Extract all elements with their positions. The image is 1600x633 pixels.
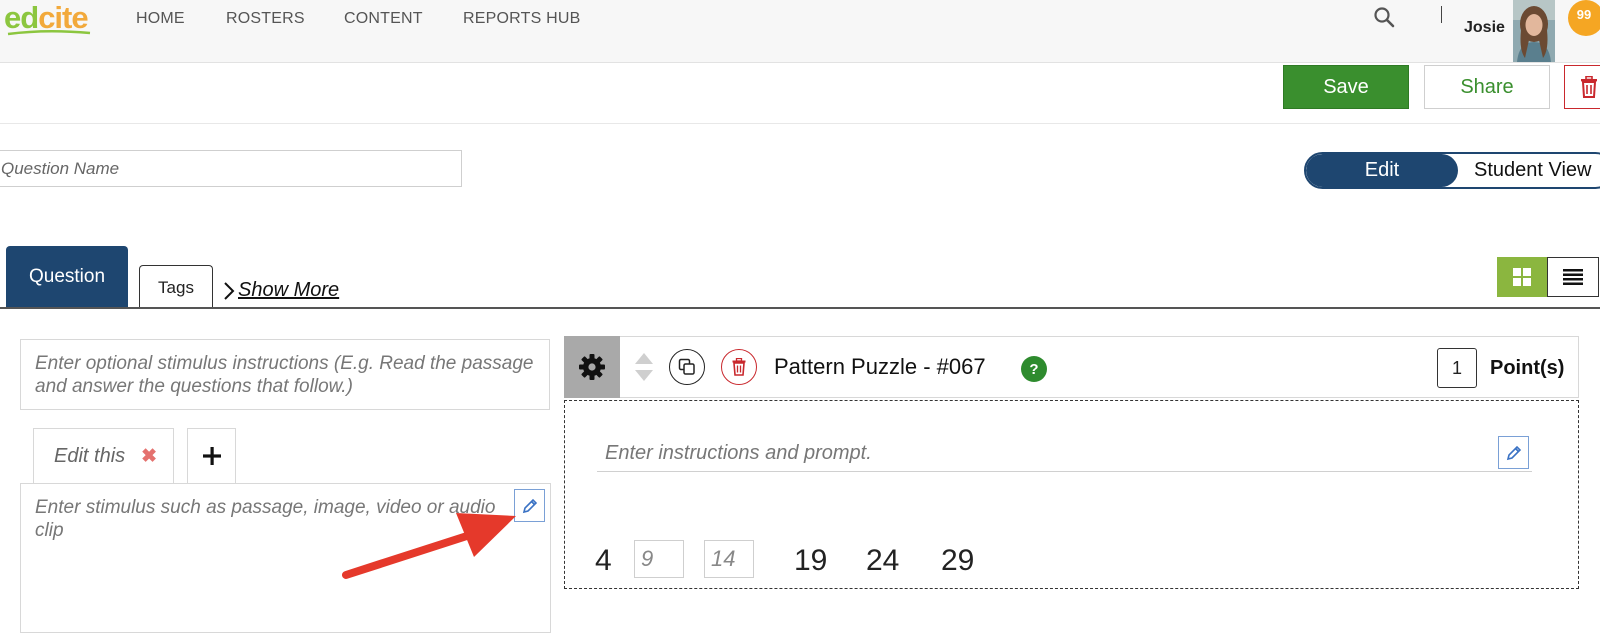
share-button[interactable]: Share <box>1424 65 1550 109</box>
list-view-button[interactable] <box>1547 257 1599 297</box>
tab-tags[interactable]: Tags <box>139 265 213 309</box>
points-label: Point(s) <box>1490 357 1565 379</box>
tab-bar-rule <box>0 307 1600 309</box>
reorder-arrows-icon[interactable] <box>634 353 654 381</box>
prompt-underline <box>597 471 1532 472</box>
notification-badge[interactable]: 99 <box>1568 0 1600 36</box>
header-divider <box>0 123 1600 124</box>
sequence-blank-input[interactable] <box>634 540 684 578</box>
sequence-number: 24 <box>866 544 900 577</box>
delete-part-button[interactable] <box>721 349 757 385</box>
points-input[interactable]: 1 <box>1437 348 1477 388</box>
question-name-input[interactable] <box>0 150 462 187</box>
logo-swoosh-icon <box>7 29 91 36</box>
close-icon[interactable]: ✖ <box>141 445 157 468</box>
stimulus-tab[interactable]: Edit this ✖ <box>33 428 174 484</box>
student-view-option[interactable]: Student View <box>1458 154 1600 187</box>
help-icon[interactable]: ? <box>1021 356 1047 382</box>
stimulus-instructions-field[interactable]: Enter optional stimulus instructions (E.… <box>20 339 550 410</box>
trash-icon <box>732 358 746 376</box>
pencil-icon <box>522 498 537 513</box>
save-button[interactable]: Save <box>1283 65 1409 109</box>
chevron-right-icon <box>224 281 235 300</box>
grid-view-button[interactable] <box>1497 257 1547 297</box>
nav-divider <box>1441 6 1442 23</box>
nav-rosters[interactable]: ROSTERS <box>226 10 305 28</box>
add-stimulus-tab-button[interactable] <box>187 428 236 484</box>
delete-question-button[interactable] <box>1564 65 1600 109</box>
grid-icon <box>1513 268 1531 286</box>
stimulus-tab-label: Edit this <box>54 445 126 467</box>
tab-question[interactable]: Question <box>6 246 128 308</box>
trash-icon <box>1581 76 1597 98</box>
copy-icon <box>678 358 695 375</box>
sequence-blank-input[interactable] <box>704 540 754 578</box>
show-more-link[interactable]: Show More <box>222 279 339 302</box>
edit-view-option[interactable]: Edit <box>1306 154 1458 187</box>
nav-reports-hub[interactable]: REPORTS HUB <box>463 10 580 28</box>
user-name[interactable]: Josie <box>1464 19 1505 37</box>
sequence-number: 29 <box>941 544 975 577</box>
show-more-label: Show More <box>238 279 340 301</box>
edit-prompt-button[interactable] <box>1498 436 1529 469</box>
question-header-bar <box>564 336 1579 398</box>
edit-student-view-toggle[interactable]: Edit Student View <box>1304 152 1600 189</box>
pencil-icon <box>1506 445 1521 460</box>
question-settings-button[interactable] <box>564 336 620 398</box>
list-icon <box>1563 269 1583 285</box>
nav-content[interactable]: CONTENT <box>344 10 423 28</box>
user-avatar[interactable] <box>1513 0 1555 62</box>
nav-home[interactable]: HOME <box>136 10 185 28</box>
prompt-field[interactable]: Enter instructions and prompt. <box>605 442 872 465</box>
search-icon[interactable] <box>1373 6 1395 28</box>
plus-icon <box>202 447 221 465</box>
sequence-number: 19 <box>794 544 828 577</box>
gear-icon <box>579 354 605 380</box>
annotation-arrow-icon <box>342 513 516 579</box>
duplicate-question-button[interactable] <box>669 349 705 385</box>
sequence-number: 4 <box>595 544 612 577</box>
question-title: Pattern Puzzle - #067 <box>774 354 986 379</box>
